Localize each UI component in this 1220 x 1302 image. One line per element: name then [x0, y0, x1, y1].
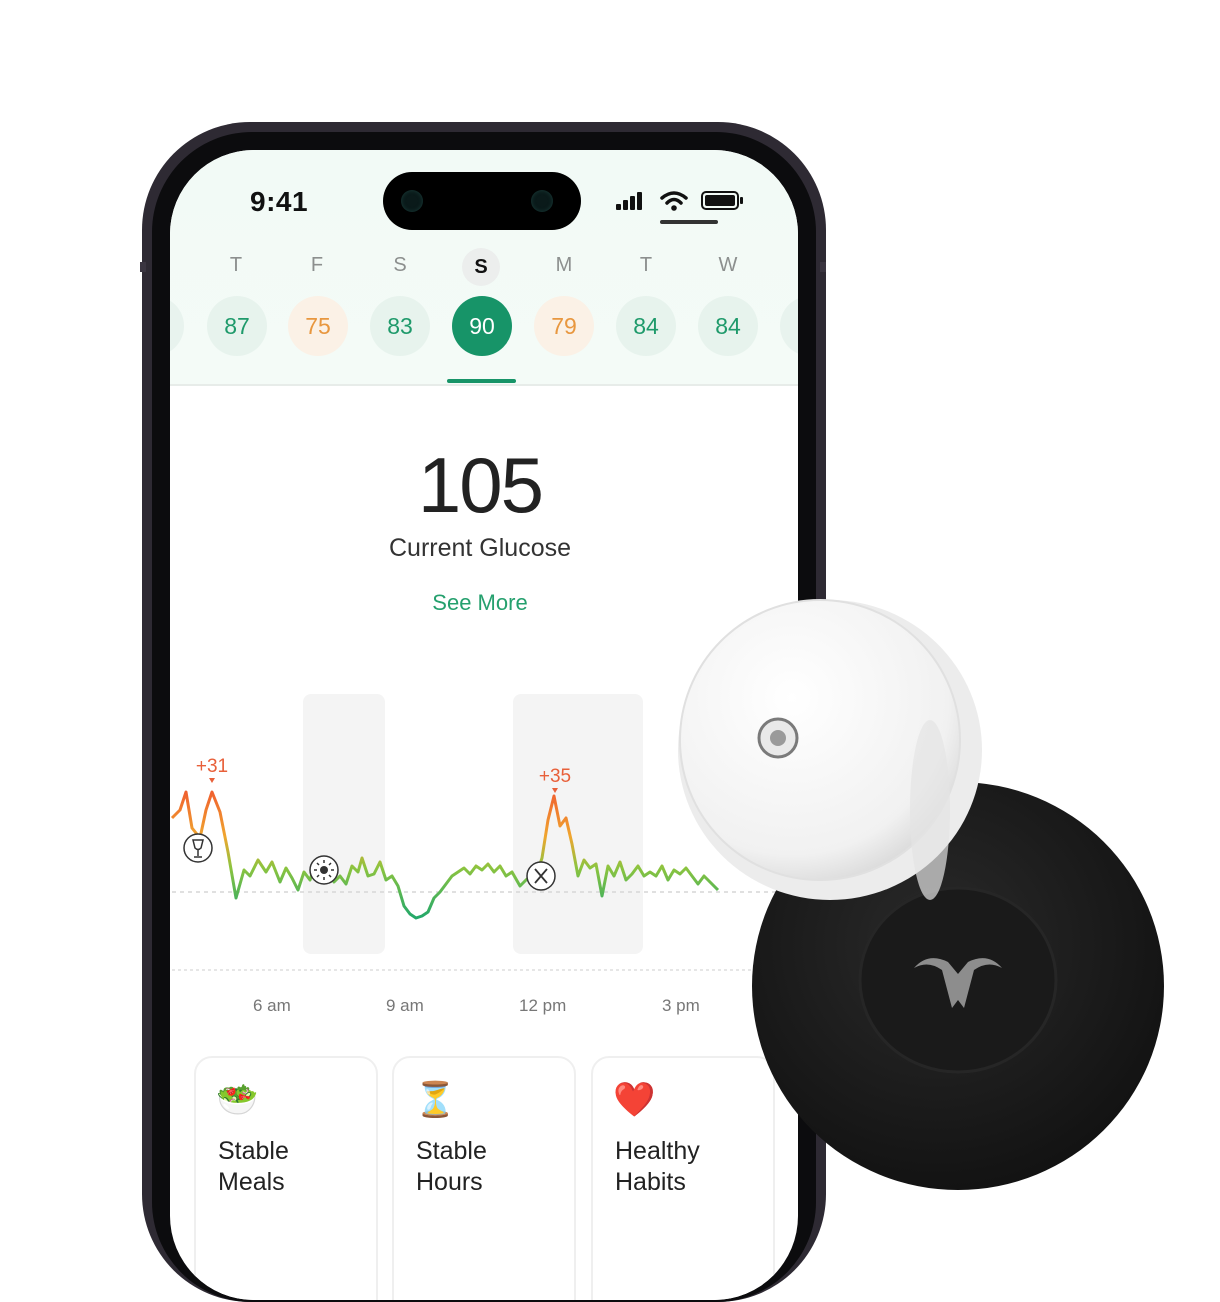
x-tick-label: 6 am	[253, 996, 291, 1015]
spike-annotation: +31	[196, 756, 228, 777]
card-title-line: Meals	[218, 1168, 285, 1196]
card-stable-hours[interactable]: ⏳ Stable Hours	[392, 1056, 576, 1300]
wine-glass-icon	[183, 833, 213, 863]
day-score-offscreen[interactable]	[170, 296, 184, 356]
card-stable-meals[interactable]: 🥗 Stable Meals	[194, 1056, 378, 1300]
day-score-selected[interactable]: 90	[452, 296, 512, 356]
hourglass-icon: ⏳	[414, 1081, 457, 1119]
selected-day-underline	[447, 379, 516, 383]
card-title-line: Stable	[218, 1137, 289, 1165]
day-score[interactable]: 84	[698, 296, 758, 356]
spike-marker	[209, 778, 215, 783]
day-score[interactable]: 75	[288, 296, 348, 356]
phone-side-button	[140, 262, 146, 272]
day-letter-selected[interactable]: S	[462, 248, 500, 286]
wifi-icon	[660, 191, 688, 211]
current-glucose-label: Current Glucose	[388, 534, 572, 562]
camera-icon	[401, 190, 423, 212]
day-letter: M	[555, 254, 573, 276]
day-score-offscreen[interactable]	[780, 296, 798, 356]
day-score[interactable]: 87	[207, 296, 267, 356]
current-glucose-value: 105	[417, 441, 544, 529]
spike-annotation: +35	[539, 766, 571, 787]
status-icons	[616, 191, 743, 211]
card-title-line: Hours	[416, 1168, 483, 1196]
signal-icon	[616, 192, 642, 210]
chart-highlight-band	[513, 694, 643, 954]
sensor-icon	[531, 190, 553, 212]
card-title: Stable Meals	[218, 1136, 368, 1198]
week-day-letters: T F S S M T W	[170, 248, 798, 286]
battery-icon	[701, 191, 743, 210]
day-score[interactable]: 84	[616, 296, 676, 356]
home-indicator	[660, 220, 718, 224]
dynamic-island	[383, 172, 581, 230]
top-header: 9:41 T F S S M T W 87 75 83 90 79 84 84	[170, 150, 798, 386]
cgm-sensor-device	[678, 599, 1164, 1190]
salad-bowl-icon: 🥗	[216, 1081, 259, 1119]
day-letter: S	[393, 254, 407, 276]
day-letter: T	[229, 254, 243, 276]
day-letter: T	[639, 254, 653, 276]
x-tick-label: 12 pm	[519, 996, 567, 1015]
phone-side-button	[820, 262, 826, 272]
x-tick-label: 9 am	[386, 996, 424, 1015]
sensor-side	[910, 720, 950, 900]
card-title: Stable Hours	[416, 1136, 566, 1198]
chart-highlight-band	[303, 694, 385, 954]
day-letter: F	[310, 254, 324, 276]
status-time: 9:41	[250, 186, 309, 217]
card-title-line: Stable	[416, 1137, 487, 1165]
day-score[interactable]: 83	[370, 296, 430, 356]
day-letter: W	[718, 254, 738, 276]
day-score[interactable]: 79	[534, 296, 594, 356]
